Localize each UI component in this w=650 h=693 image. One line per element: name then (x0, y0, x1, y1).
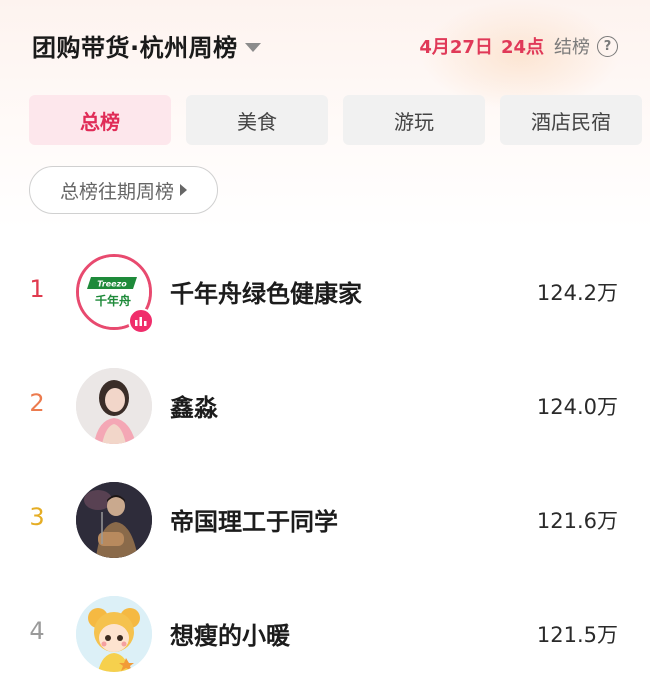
account-name: 想瘦的小暖 (170, 622, 290, 650)
svg-text:Treezo: Treezo (97, 280, 127, 289)
rank-number: 4 (29, 617, 45, 645)
tab-play[interactable]: 游玩 (343, 95, 485, 145)
list-item[interactable]: 4 想瘦的小暖 121.5万 (0, 574, 650, 684)
play-arrow-icon (180, 184, 187, 196)
avatar[interactable] (76, 368, 152, 444)
page-title: 团购带货·杭州周榜 (32, 34, 238, 62)
account-name: 千年舟绿色健康家 (170, 280, 362, 308)
avatar[interactable] (76, 482, 152, 558)
sales-value: 121.6万 (536, 509, 618, 533)
cartoon-girl-avatar-icon (76, 596, 152, 672)
rank-number: 2 (29, 389, 45, 417)
history-weekly-button[interactable]: 总榜往期周榜 (29, 166, 218, 214)
history-weekly-label: 总榜往期周榜 (59, 180, 174, 203)
board-selector[interactable]: 团购带货·杭州周榜 (32, 28, 261, 63)
svg-text:千年舟: 千年舟 (95, 293, 131, 308)
sales-value: 124.2万 (536, 281, 618, 305)
rank-number: 3 (29, 503, 45, 531)
caret-down-icon (244, 43, 261, 52)
account-name: 帝国理工于同学 (170, 508, 338, 536)
settle-time: 24点 (500, 37, 544, 58)
tab-food[interactable]: 美食 (186, 95, 328, 145)
avatar[interactable] (76, 596, 152, 672)
tab-overall[interactable]: 总榜 (29, 95, 171, 145)
list-item[interactable]: 3 帝国理工于同学 121.6万 (0, 460, 650, 570)
live-badge-icon (128, 308, 154, 334)
rank-number: 1 (29, 275, 45, 303)
settle-label: 结榜 (554, 37, 590, 58)
settle-info: 4月27日 24点 结榜 ? (419, 33, 618, 59)
category-tabs: 总榜 美食 游玩 酒店民宿 (29, 95, 643, 145)
list-item[interactable]: 2 鑫淼 124.0万 (0, 346, 650, 456)
sales-value: 121.5万 (536, 623, 618, 647)
list-item[interactable]: 1 Treezo 千年舟 千年舟绿色健康家 124.2万 (0, 232, 650, 342)
settle-date: 4月27日 (419, 37, 493, 58)
help-icon[interactable]: ? (597, 35, 618, 57)
singer-avatar-icon (76, 482, 152, 558)
sales-value: 124.0万 (536, 395, 618, 419)
tab-hotel[interactable]: 酒店民宿 (500, 95, 642, 145)
account-name: 鑫淼 (170, 394, 218, 422)
person-avatar-icon (76, 368, 152, 444)
header: 团购带货·杭州周榜 4月27日 24点 结榜 ? (0, 0, 650, 92)
